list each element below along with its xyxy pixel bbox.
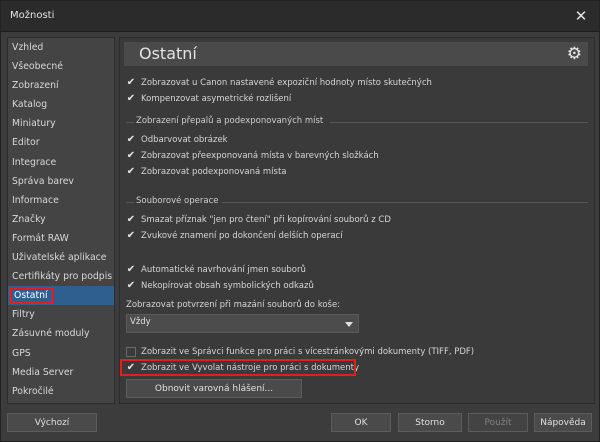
sidebar-item-integrace[interactable]: Integrace xyxy=(8,153,114,172)
sidebar-item-label: Uživatelské aplikace xyxy=(12,252,107,264)
sidebar-item-gps[interactable]: GPS xyxy=(8,344,114,363)
checkbox-canon-exposure[interactable]: ✔ Zobrazovat u Canon nastavené expoziční … xyxy=(126,76,432,90)
checkbox-document-tools-develop[interactable]: ✔ Zobrazit ve Vyvolat nástroje pro práci … xyxy=(126,361,359,375)
sidebar-item-label: GPS xyxy=(12,347,31,359)
checkbox-label: Automatické navrhování jmen souborů xyxy=(141,265,306,275)
sidebar-item-label: Editor xyxy=(12,137,40,149)
sidebar-item-label: Formát RAW xyxy=(12,232,69,244)
sidebar-item-sprava-barev[interactable]: Správa barev xyxy=(8,172,114,191)
ok-button[interactable]: OK xyxy=(331,413,391,432)
checkbox-sound-notification[interactable]: ✔ Zvukové znamení po dokončení delších op… xyxy=(126,229,343,243)
group-title-file-operations: Souborové operace xyxy=(136,196,219,206)
checkbox-multipage-manager[interactable]: Zobrazit ve Správci funkce pro práci s v… xyxy=(126,345,474,359)
sidebar-item-media-server[interactable]: Media Server xyxy=(8,363,114,382)
checkbox-underexposed[interactable]: ✔ Zobrazovat podexponovaná místa xyxy=(126,165,287,179)
sidebar-item-label: Media Server xyxy=(12,366,74,378)
sidebar-item-vseobecne[interactable]: Všeobecné xyxy=(8,57,114,76)
help-button[interactable]: Nápověda xyxy=(534,413,592,432)
sidebar-item-label: Integrace xyxy=(12,156,57,168)
sidebar-item-editor[interactable]: Editor xyxy=(8,133,114,152)
checkbox-label: Zobrazovat podexponovaná místa xyxy=(141,167,287,177)
checkmark-icon: ✔ xyxy=(126,150,136,161)
window-title: Možnosti xyxy=(10,10,55,21)
checkbox-overexposed-channels[interactable]: ✔ Zobrazovat přeexponovaná místa v barevn… xyxy=(126,149,379,163)
checkmark-icon: ✔ xyxy=(126,280,136,291)
sidebar-item-label: Vzhled xyxy=(12,42,44,53)
checkmark-icon: ✔ xyxy=(126,214,136,225)
default-button[interactable]: Výchozí xyxy=(7,413,97,432)
sidebar-item-format-raw[interactable]: Formát RAW xyxy=(8,229,114,248)
divider xyxy=(222,202,588,203)
chevron-down-icon xyxy=(345,322,353,327)
checkbox-clear-readonly[interactable]: ✔ Smazat příznak "jen pro čtení" při kopí… xyxy=(126,213,391,227)
divider xyxy=(126,122,134,123)
divider xyxy=(126,202,134,203)
sidebar-item-label: Správa barev xyxy=(12,175,74,187)
select-value: Vždy xyxy=(130,317,151,327)
gear-icon[interactable]: ⚙ xyxy=(567,44,582,64)
apply-button[interactable]: Použít xyxy=(468,413,528,432)
sidebar-item-label: Zásuvné moduly xyxy=(12,328,90,340)
reset-warnings-button[interactable]: Obnovit varovná hlášení... xyxy=(126,379,302,398)
sidebar-item-ostatni[interactable]: Ostatní xyxy=(8,286,114,306)
checkbox-empty-icon xyxy=(126,347,136,357)
sidebar-item-label: Zobrazení xyxy=(12,80,59,92)
dialog-footer: Výchozí OK Storno Použít Nápověda xyxy=(1,406,599,441)
sidebar-item-label: Filtry xyxy=(12,309,35,321)
sidebar-item-zasuvne-moduly[interactable]: Zásuvné moduly xyxy=(8,324,114,343)
checkmark-icon: ✔ xyxy=(126,134,136,145)
close-icon[interactable]: ✕ xyxy=(570,5,592,27)
sidebar-item-label: Certifikáty pro podpis xyxy=(12,271,113,283)
checkbox-label: Zobrazovat u Canon nastavené expoziční h… xyxy=(141,78,432,88)
checkmark-icon: ✔ xyxy=(126,77,136,88)
sidebar-item-uzivatelske-aplikace[interactable]: Uživatelské aplikace xyxy=(8,248,114,267)
checkbox-label: Zobrazovat přeexponovaná místa v barevný… xyxy=(141,151,379,161)
settings-panel: Ostatní ⚙ ✔ Zobrazovat u Canon nastavené … xyxy=(119,37,595,404)
options-dialog: Možnosti ✕ Vzhled Všeobecné Zobrazení Ka… xyxy=(0,0,600,442)
sidebar-item-miniatury[interactable]: Miniatury xyxy=(8,114,114,133)
checkmark-icon: ✔ xyxy=(126,230,136,241)
sidebar-item-katalog[interactable]: Katalog xyxy=(8,95,114,114)
checkbox-desaturate[interactable]: ✔ Odbarvovat obrázek xyxy=(126,133,228,147)
divider xyxy=(330,122,588,123)
checkbox-skip-symlinks[interactable]: ✔ Nekopírovat obsah symbolických odkazů xyxy=(126,279,314,293)
checkbox-label: Zobrazit ve Vyvolat nástroje pro práci s… xyxy=(141,363,360,373)
panel-header: Ostatní ⚙ xyxy=(124,42,588,66)
trash-confirm-select[interactable]: Vždy xyxy=(126,314,359,333)
checkmark-icon: ✔ xyxy=(126,166,136,177)
sidebar-item-certifikaty[interactable]: Certifikáty pro podpis xyxy=(8,267,114,286)
sidebar-item-label: Informace xyxy=(12,194,59,206)
checkmark-icon: ✔ xyxy=(126,93,136,104)
checkbox-asymmetric-resolution[interactable]: ✔ Kompenzovat asymetrické rozlišení xyxy=(126,92,291,106)
checkbox-label: Zobrazit ve Správci funkce pro práci s v… xyxy=(141,347,475,357)
checkbox-label: Odbarvovat obrázek xyxy=(141,135,228,145)
checkbox-label: Kompenzovat asymetrické rozlišení xyxy=(141,94,292,104)
sidebar-item-pokrocile[interactable]: Pokročilé xyxy=(8,382,114,401)
cancel-button[interactable]: Storno xyxy=(398,413,462,432)
sidebar-item-zobrazeni[interactable]: Zobrazení xyxy=(8,76,114,95)
checkmark-icon: ✔ xyxy=(126,264,136,275)
sidebar-item-filtry[interactable]: Filtry xyxy=(8,305,114,324)
checkbox-label: Zvukové znamení po dokončení delších ope… xyxy=(141,231,343,241)
group-title-exposure: Zobrazení přepalů a podexponovaných míst xyxy=(136,116,324,126)
checkbox-auto-filenames[interactable]: ✔ Automatické navrhování jmen souborů xyxy=(126,263,306,277)
sidebar-item-vzhled[interactable]: Vzhled xyxy=(8,38,114,57)
checkbox-label: Nekopírovat obsah symbolických odkazů xyxy=(141,281,314,291)
sidebar-item-label: Všeobecné xyxy=(12,61,63,73)
sidebar-item-label: Katalog xyxy=(12,99,48,111)
sidebar-item-label: Miniatury xyxy=(12,118,56,130)
sidebar: Vzhled Všeobecné Zobrazení Katalog Minia… xyxy=(7,37,115,404)
checkbox-label: Smazat příznak "jen pro čtení" při kopír… xyxy=(141,215,391,225)
sidebar-item-label: Pokročilé xyxy=(12,385,54,397)
trash-confirm-label: Zobrazovat potvrzení při mazání souborů … xyxy=(126,300,341,310)
sidebar-item-informace[interactable]: Informace xyxy=(8,191,114,210)
sidebar-item-label: Ostatní xyxy=(9,287,53,305)
page-title: Ostatní xyxy=(139,44,197,63)
sidebar-item-znacky[interactable]: Značky xyxy=(8,210,114,229)
title-bar: Možnosti ✕ xyxy=(1,1,599,32)
sidebar-item-label: Značky xyxy=(12,213,46,225)
checkmark-icon: ✔ xyxy=(126,362,136,373)
